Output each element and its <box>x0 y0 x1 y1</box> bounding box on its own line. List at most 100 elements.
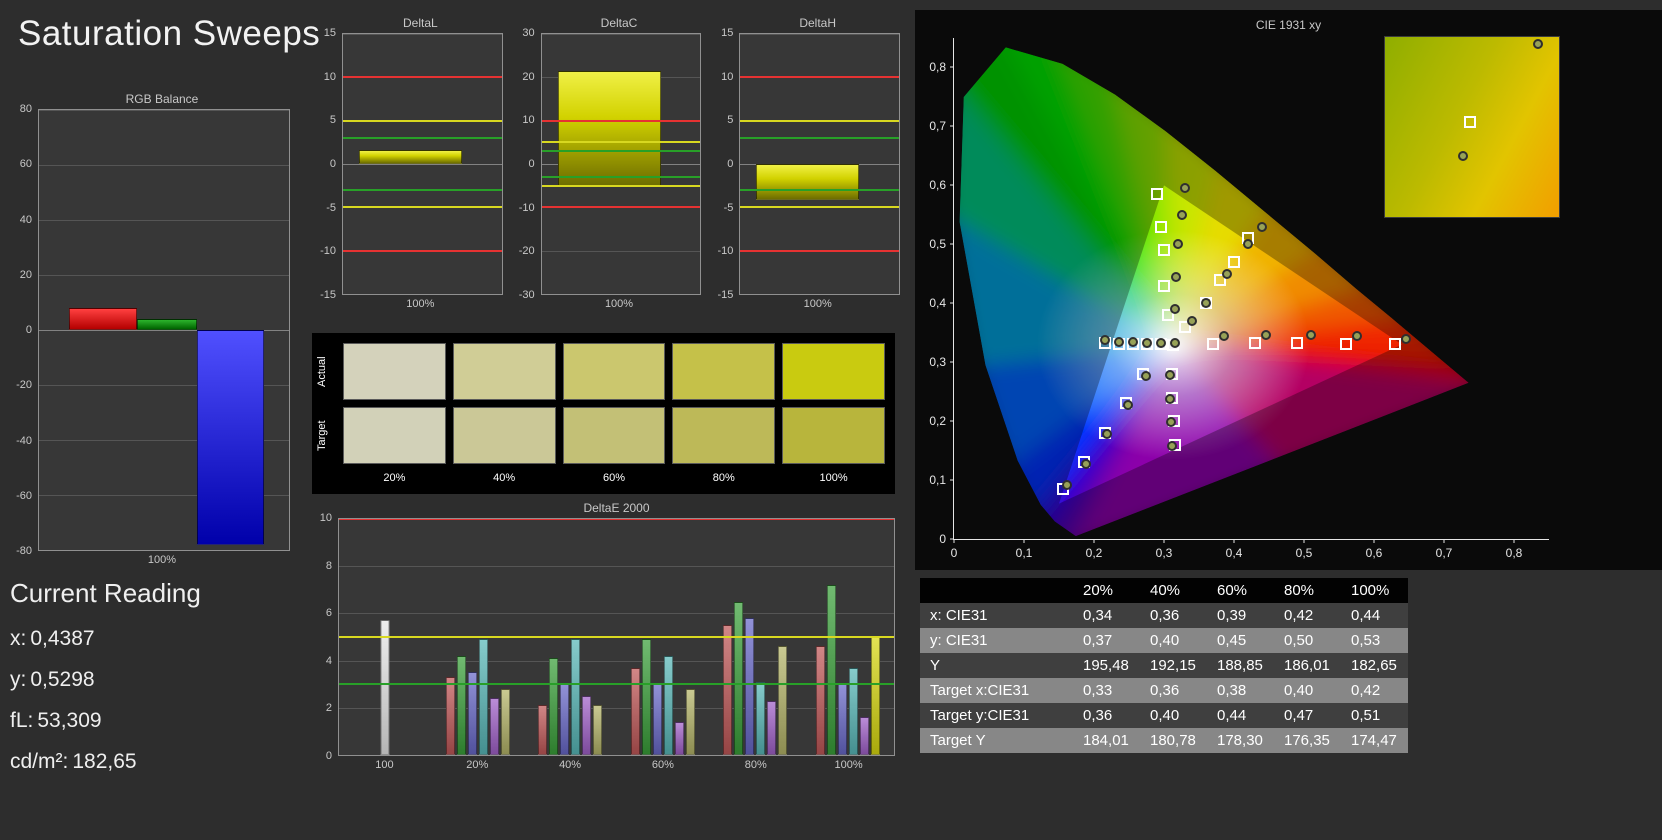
reading-cdm2: cd/m²: 182,65 <box>10 750 201 774</box>
reference-line <box>339 683 894 686</box>
delta-y-tick: 15 <box>721 27 734 39</box>
deltae-bar <box>630 667 640 755</box>
table-header-cell: 60% <box>1217 582 1248 599</box>
deltae-bar <box>723 625 733 755</box>
reading-y: y: 0,5298 <box>10 668 201 692</box>
cie-x-tick-label: 0,4 <box>1225 546 1243 560</box>
reference-line <box>343 249 502 252</box>
current-reading: Current Reading x: 0,4387 y: 0,5298 fL: 53,… <box>10 578 201 791</box>
target-point <box>1291 337 1303 350</box>
rgb-bar-red <box>69 308 137 330</box>
rgb-bar-green <box>136 319 197 330</box>
reference-line <box>541 141 701 144</box>
deltal-y-axis: 15 10 5 0 -5 -10 -15 <box>310 27 342 301</box>
deltae-bar <box>500 688 510 755</box>
measured-point <box>1140 371 1151 382</box>
cie-y-tick-mark <box>950 243 954 245</box>
reference-line <box>740 249 900 252</box>
deltac-plot <box>540 33 702 295</box>
deltae-bar <box>538 705 548 755</box>
reference-line <box>740 137 900 139</box>
cie-y-tick-mark <box>950 125 954 127</box>
table-cell: 0,47 <box>1284 707 1314 724</box>
actual-swatch <box>562 343 666 400</box>
measured-point <box>1169 304 1180 315</box>
gridline <box>541 34 701 35</box>
cie-y-tick-label: 0,4 <box>929 296 946 311</box>
deltae-bar <box>778 646 788 755</box>
rgb-balance-y-axis: 80 60 40 20 0 -20 -40 -60 -80 <box>6 103 38 557</box>
rgb-y-tick: -80 <box>16 545 32 557</box>
target-point <box>1150 188 1163 201</box>
deltae-bar <box>837 684 847 755</box>
gridline <box>343 294 502 295</box>
delta-bar <box>358 150 462 164</box>
rgb-y-tick: 40 <box>19 213 32 226</box>
reading-cdm2-value: 182,65 <box>72 750 137 773</box>
cie-x-tick-mark <box>1303 539 1305 543</box>
table-cell: 0,34 <box>1083 607 1113 624</box>
actual-swatch <box>343 343 446 400</box>
measurement-table: 20% 40% 60% 80% 100% x: CIE31 0,34 0,36 0,39 0,42… <box>920 578 1408 753</box>
deltae-x-tick: 40% <box>559 759 582 771</box>
table-row: x: CIE31 0,34 0,36 0,39 0,42 0,44 <box>920 603 1408 628</box>
reference-line <box>740 189 900 191</box>
table-row: Y 195,48 192,15 188,85 186,01 182,65 <box>920 653 1408 678</box>
deltal-title: DeltaL <box>402 16 438 30</box>
deltac-x-label: 100% <box>604 298 634 310</box>
measured-point <box>1101 429 1112 440</box>
reference-line <box>541 176 701 178</box>
table-row: Target y:CIE31 0,36 0,40 0,44 0,47 0,51 <box>920 703 1408 728</box>
swatch-column-label: 100% <box>819 472 848 484</box>
delta-y-tick: -5 <box>326 201 336 214</box>
measured-point <box>1170 271 1181 282</box>
deltae-y-tick: 2 <box>325 702 332 715</box>
measured-point <box>1080 458 1091 469</box>
measured-point <box>1201 298 1211 309</box>
target-point <box>1389 338 1401 351</box>
measured-point <box>1243 239 1253 250</box>
deltae-bar <box>571 639 581 755</box>
reference-line <box>339 519 894 520</box>
cie-y-tick-label: 0,8 <box>929 60 946 75</box>
table-cell: 0,40 <box>1150 707 1180 724</box>
reference-line <box>343 189 502 191</box>
deltae2000-title: DeltaE 2000 <box>583 501 650 515</box>
table-cell: 0,42 <box>1284 607 1314 624</box>
measured-point <box>1222 268 1232 279</box>
measured-point <box>1164 393 1175 404</box>
measured-point <box>1351 331 1362 342</box>
cie-y-tick-label: 0,5 <box>929 237 946 252</box>
gridline <box>39 220 289 221</box>
target-point <box>1207 337 1219 350</box>
deltae-bar <box>826 585 836 755</box>
rgb-y-tick: -20 <box>16 379 32 392</box>
measured-point <box>1187 315 1197 326</box>
deltah-x-label: 100% <box>803 298 832 310</box>
cie-x-tick-label: 0,6 <box>1365 546 1383 560</box>
reference-line <box>740 119 900 122</box>
cie-y-tick-label: 0,6 <box>929 178 946 193</box>
gridline <box>339 566 894 568</box>
cie-x-tick-label: 0 <box>950 546 958 560</box>
swatch-column-label: 60% <box>602 472 625 484</box>
deltac-title: DeltaC <box>600 16 638 30</box>
cie-y-tick-mark <box>950 361 954 363</box>
table-row-label: Target x:CIE31 <box>930 682 1030 699</box>
measured-point <box>1180 183 1190 194</box>
deltae-bar <box>745 618 755 755</box>
cie-y-tick-mark <box>950 420 954 422</box>
target-point <box>1158 279 1170 292</box>
deltae-bar <box>560 684 570 755</box>
gridline <box>343 34 502 35</box>
delta-bar <box>756 164 860 201</box>
swatch-column-label: 20% <box>383 472 406 484</box>
table-cell: 0,44 <box>1217 707 1247 724</box>
deltae-x-tick: 100 <box>375 759 394 771</box>
reading-x: x: 0,4387 <box>10 627 201 651</box>
gridline <box>541 250 701 252</box>
measured-point <box>1122 399 1133 410</box>
reference-line <box>541 184 701 187</box>
reading-fl-value: 53,309 <box>37 709 102 732</box>
deltae-bar <box>848 667 858 755</box>
